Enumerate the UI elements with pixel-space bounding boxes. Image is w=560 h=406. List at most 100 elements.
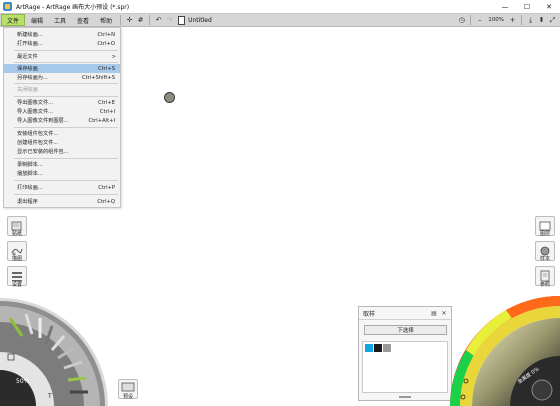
- menu-item-install-package[interactable]: 安装组件包文件...: [4, 129, 120, 138]
- redo-icon[interactable]: ↷: [164, 15, 175, 26]
- menu-item-open[interactable]: 打开绘画... Ctrl+O: [4, 39, 120, 48]
- menu-separator: [14, 194, 118, 195]
- tracing-label: 描图: [11, 256, 22, 262]
- menu-item-create-package[interactable]: 创建组件包文件...: [4, 138, 120, 147]
- menu-item-save[interactable]: 保存绘画 Ctrl+S: [4, 64, 120, 73]
- panel-resize-handle[interactable]: [399, 396, 411, 398]
- menu-item-shortcut: Ctrl+Q: [97, 198, 115, 205]
- stickers-label: 贴纸: [11, 231, 22, 237]
- menu-item-label: 导入图像文件...: [17, 109, 54, 115]
- toolbar-separator: [120, 15, 122, 25]
- settings-label: 设置: [11, 282, 22, 288]
- menu-item-shortcut: Ctrl+Alt+I: [88, 117, 115, 124]
- menu-item-shortcut: Ctrl+O: [97, 40, 115, 47]
- menu-item-recent[interactable]: 最近文件 >: [4, 52, 120, 61]
- samples-label: 样本: [539, 256, 550, 262]
- menu-item-label: 创建组件包文件...: [17, 140, 59, 146]
- samples-panel: 取样 ▤ ✕ 下选择: [358, 306, 452, 401]
- window-title: ArtRage - ArtRage 画布大小预设 (*.spr): [16, 4, 130, 11]
- brush-size-label[interactable]: 50%: [16, 378, 29, 385]
- menu-item-save-as[interactable]: 另存绘画为... Ctrl+Shift+S: [4, 73, 120, 82]
- maximize-button[interactable]: ☐: [516, 0, 538, 13]
- menu-item-show-packages[interactable]: 显示已安装的组件包...: [4, 147, 120, 156]
- menu-item-label: 打开绘画...: [17, 41, 43, 47]
- samples-panel-title: 取样: [363, 310, 376, 318]
- menu-item-shortcut: Ctrl+Shift+S: [81, 74, 115, 81]
- menu-item-print[interactable]: 打印绘画... Ctrl+P: [4, 183, 120, 192]
- menu-item-shortcut: Ctrl+N: [97, 31, 115, 38]
- menu-item-label: 导出图像文件...: [17, 100, 54, 106]
- menu-item-label: 关闭绘画: [17, 87, 38, 93]
- menu-item-label: 保存绘画: [17, 66, 38, 72]
- samples-panel-header: 取样 ▤ ✕: [359, 307, 451, 320]
- canvas-color-dot[interactable]: [164, 92, 175, 103]
- zoom-level[interactable]: 100%: [488, 17, 504, 23]
- document-name: Untitled: [188, 16, 212, 24]
- menu-item-label: 导入图像文件到图层...: [17, 118, 69, 124]
- menu-item-record-script[interactable]: 录制脚本...: [4, 160, 120, 169]
- submenu-arrow-icon: >: [111, 53, 116, 60]
- menu-tools[interactable]: 工具: [49, 14, 71, 26]
- fit-icon[interactable]: ⬍: [536, 15, 547, 26]
- tool-wheel[interactable]: T: [0, 292, 108, 406]
- menu-separator: [14, 83, 118, 84]
- menu-item-label: 安装组件包文件...: [17, 131, 59, 137]
- reference-label: 参照: [539, 282, 550, 288]
- menu-item-label: 另存绘画为...: [17, 75, 48, 81]
- document-icon[interactable]: ▤: [429, 308, 439, 318]
- menu-item-import-layer[interactable]: 导入图像文件到图层... Ctrl+Alt+I: [4, 116, 120, 125]
- menu-file[interactable]: 文件: [1, 14, 26, 26]
- window-controls: — ☐ ✕: [494, 0, 560, 13]
- zoom-in-icon[interactable]: +: [507, 15, 518, 26]
- preset-label: 预设: [122, 394, 133, 400]
- swatch-cyan[interactable]: [365, 344, 373, 352]
- download-icon[interactable]: ⤓: [525, 15, 536, 26]
- layers-label: 图层: [539, 231, 550, 237]
- fullscreen-icon[interactable]: ⤢: [547, 15, 558, 26]
- move-icon[interactable]: ✛: [124, 15, 135, 26]
- minimize-button[interactable]: —: [494, 0, 516, 13]
- menu-item-shortcut: Ctrl+P: [98, 184, 115, 191]
- toolbar-separator: [470, 15, 472, 25]
- menu-item-shortcut: Ctrl+E: [98, 99, 115, 106]
- document-icon: [178, 15, 186, 25]
- menu-item-exit[interactable]: 退出程序 Ctrl+Q: [4, 197, 120, 206]
- menu-item-label: 退出程序: [17, 199, 38, 205]
- undo-icon[interactable]: ↶: [153, 15, 164, 26]
- menu-item-shortcut: Ctrl+S: [98, 65, 115, 72]
- menu-separator: [14, 180, 118, 181]
- color-picker-wheel[interactable]: [446, 294, 560, 406]
- menu-item-export[interactable]: 导出图像文件... Ctrl+E: [4, 98, 120, 107]
- folder-icon: [121, 382, 135, 392]
- file-menu-dropdown: 新建绘画... Ctrl+N 打开绘画... Ctrl+O 最近文件 > 保存绘画 Ct…: [3, 27, 121, 208]
- menu-help[interactable]: 帮助: [95, 14, 117, 26]
- menu-item-import[interactable]: 导入图像文件... Ctrl+I: [4, 107, 120, 116]
- menu-item-label: 新建绘画...: [17, 32, 43, 38]
- menu-item-shortcut: Ctrl+I: [99, 108, 115, 115]
- timer-icon[interactable]: ◷: [456, 15, 467, 26]
- right-toolbar: ◷ – 100% + ⤓ ⬍ ⤢: [456, 14, 558, 26]
- swatch-black[interactable]: [374, 344, 382, 352]
- zoom-out-icon[interactable]: –: [474, 15, 485, 26]
- menu-separator: [14, 50, 118, 51]
- menu-separator: [14, 96, 118, 97]
- select-sample-button[interactable]: 下选择: [364, 325, 447, 335]
- menu-item-play-script[interactable]: 播放脚本...: [4, 169, 120, 178]
- menu-bar: 文件 编辑 工具 查看 帮助 ✛ # ↶ ↷ Untitled ◷ – 100%…: [0, 13, 560, 27]
- close-button[interactable]: ✕: [538, 0, 560, 13]
- menu-separator: [14, 62, 118, 63]
- svg-text:T: T: [47, 393, 52, 400]
- swatch-gray[interactable]: [383, 344, 391, 352]
- menu-item-label: 显示已安装的组件包...: [17, 149, 69, 155]
- menu-separator: [14, 127, 118, 128]
- toolbar-separator: [521, 15, 522, 25]
- menu-item-new[interactable]: 新建绘画... Ctrl+N: [4, 30, 120, 39]
- menu-item-label: 打印绘画...: [17, 185, 43, 191]
- menu-item-close[interactable]: 关闭绘画: [4, 85, 120, 94]
- menu-view[interactable]: 查看: [72, 14, 94, 26]
- menu-edit[interactable]: 编辑: [26, 14, 48, 26]
- app-icon: [3, 2, 12, 11]
- menu-item-label: 播放脚本...: [17, 171, 43, 177]
- menu-item-label: 最近文件: [17, 54, 38, 60]
- grid-icon[interactable]: #: [135, 15, 146, 26]
